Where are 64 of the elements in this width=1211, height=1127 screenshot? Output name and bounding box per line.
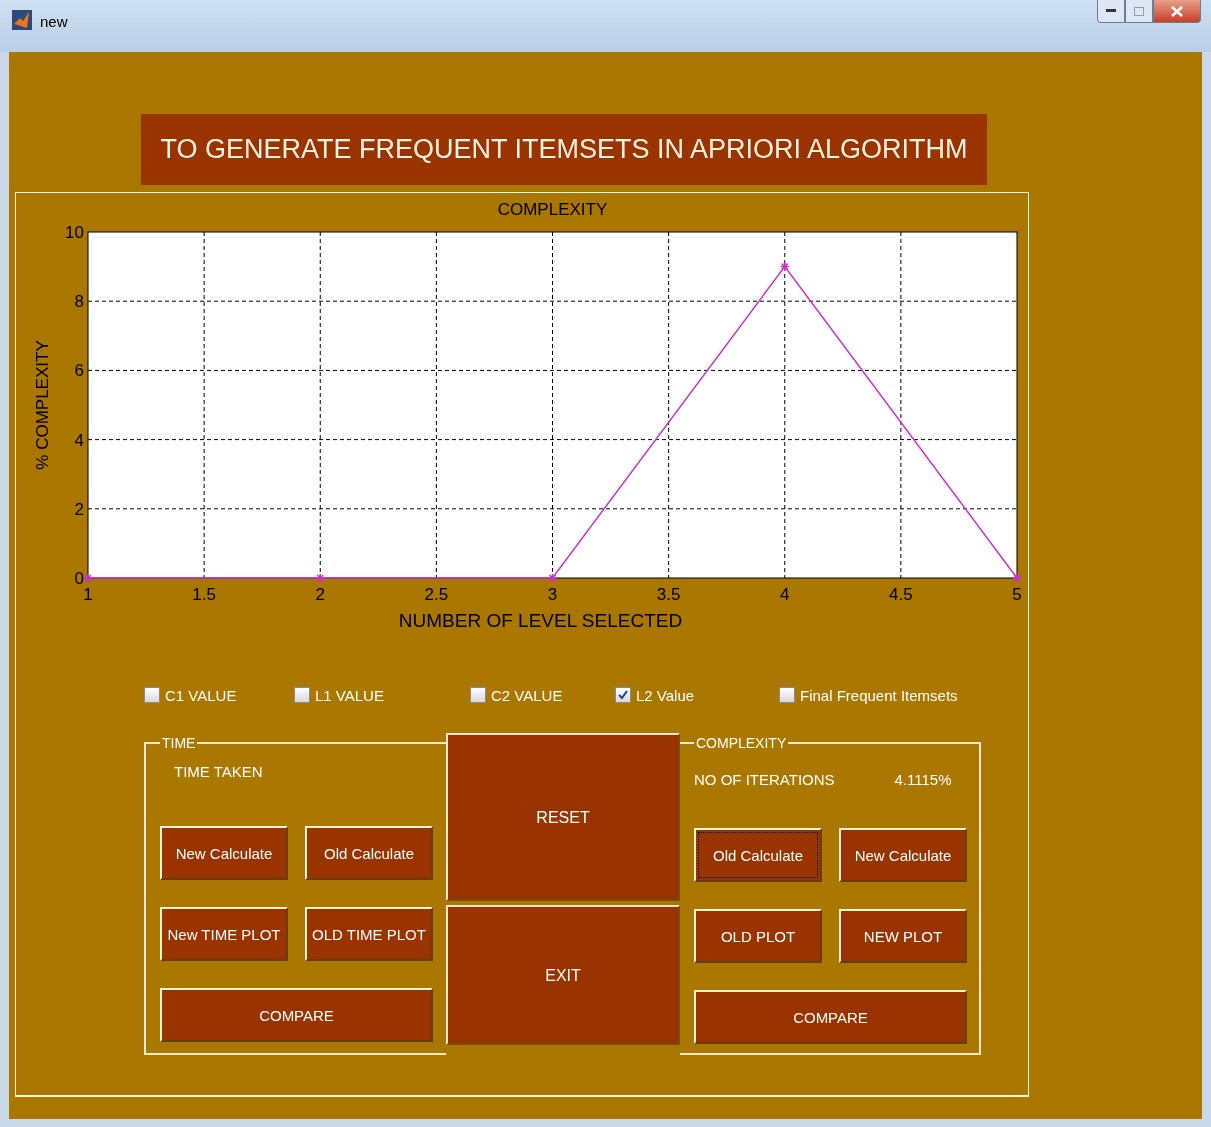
x-tick-label: 4 [780,585,790,604]
x-tick-label: 5 [1012,585,1022,604]
action-button[interactable]: OLD TIME PLOT [305,907,433,961]
checkbox-box[interactable] [144,687,160,703]
checkbox[interactable]: C2 VALUE [470,686,615,704]
close-button[interactable] [1153,0,1201,23]
action-button[interactable]: New Calculate [160,826,288,880]
x-tick-label: 2 [315,585,325,604]
x-tick-label: 1 [83,585,93,604]
data-point [547,573,558,583]
group-title: COMPLEXITY [695,735,788,751]
x-tick-label: 4.5 [889,585,913,604]
y-axis-label: % COMPLEXITY [33,340,52,470]
checkbox-label: Final Frequent Itemsets [800,686,958,704]
iterations-value: 4.1115% [894,771,952,788]
y-tick-label: 10 [65,223,84,242]
close-icon [1171,5,1183,17]
x-tick-label: 1.5 [192,585,216,604]
checkbox-box[interactable] [615,687,631,703]
checkbox-label: L1 VALUE [315,686,384,704]
checkbox[interactable]: C1 VALUE [144,686,294,704]
app-logo-icon [12,10,32,30]
checkbox[interactable]: Final Frequent Itemsets [779,686,979,704]
checkmark-icon [618,690,628,700]
chart-title: COMPLEXITY [497,200,608,219]
checkbox-label: C2 VALUE [491,686,563,704]
checkbox-label: L2 Value [636,686,695,704]
data-point [780,261,790,272]
time-taken-label: TIME TAKEN [174,763,264,780]
x-tick-label: 3 [547,585,558,604]
y-tick-label: 6 [74,361,84,381]
action-button[interactable]: New Calculate [839,828,967,882]
minimize-icon [1106,9,1116,13]
x-tick-label: 3.5 [656,585,681,604]
iterations-label: NO OF ITERATIONS [694,771,835,788]
minimize-button[interactable] [1097,0,1125,23]
data-point [83,573,93,583]
y-tick-label: 8 [74,292,84,312]
group-title: TIME [161,735,197,751]
reset-button[interactable]: RESET [446,733,680,901]
x-tick-label: 2.5 [424,585,449,604]
x-axis-label: NUMBER OF LEVEL SELECTED [398,610,683,631]
checkbox-box[interactable] [294,687,310,703]
checkbox-label: C1 VALUE [165,686,237,704]
action-button[interactable]: Old Calculate [305,826,433,880]
checkbox-box[interactable] [470,687,486,703]
checkbox[interactable]: L1 VALUE [294,686,470,704]
data-point [315,573,325,583]
action-button[interactable]: NEW PLOT [839,909,967,963]
action-button[interactable]: OLD PLOT [694,909,822,963]
checkbox-box[interactable] [779,687,795,703]
window-title: new [40,13,68,30]
y-tick-label: 4 [74,430,84,450]
exit-button[interactable]: EXIT [446,905,680,1045]
maximize-icon [1134,6,1144,16]
banner-title: TO GENERATE FREQUENT ITEMSETS IN APRIORI ALGORITHM [141,114,987,185]
checkbox[interactable]: L2 Value [615,686,779,704]
action-button[interactable]: Old Calculate [694,828,822,882]
action-button[interactable]: COMPARE [160,988,433,1042]
y-tick-label: 2 [74,499,84,519]
action-button[interactable]: COMPARE [694,990,967,1044]
y-tick-label: 0 [74,569,84,588]
data-point [1012,573,1022,583]
action-button[interactable]: New TIME PLOT [160,907,288,961]
